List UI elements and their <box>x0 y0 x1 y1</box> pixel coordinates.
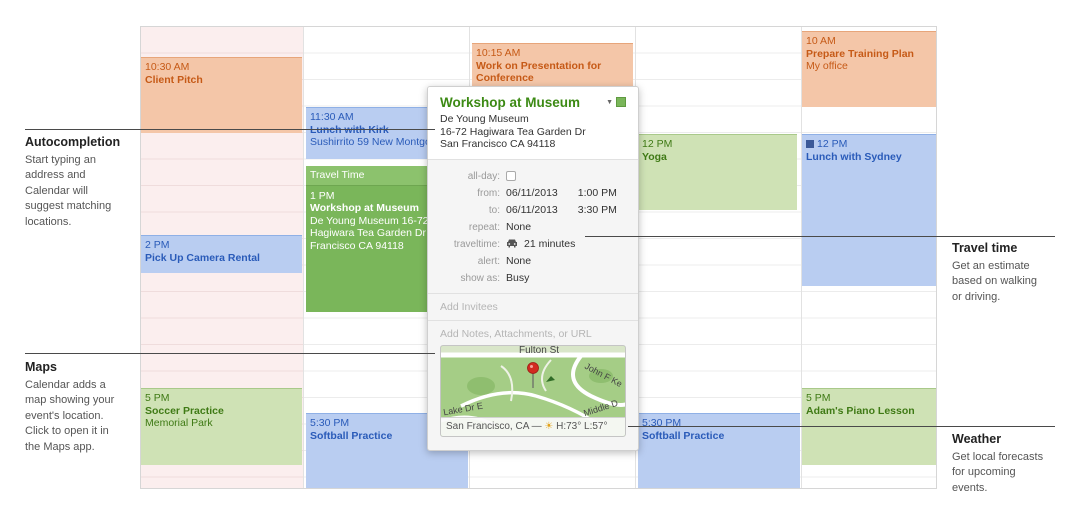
to-time[interactable]: 3:30 PM <box>578 204 617 216</box>
from-time[interactable]: 1:00 PM <box>578 187 617 199</box>
field-label: alert: <box>477 255 500 267</box>
callout-body: Get local forecasts <box>952 450 1044 463</box>
event-time: 5:30 PM <box>642 417 682 429</box>
field-label: traveltime: <box>453 238 500 250</box>
sun-icon: ☀ <box>544 421 554 432</box>
field-label: repeat: <box>468 221 500 233</box>
event-title: Work on Presentation for <box>476 59 602 72</box>
field-traveltime: traveltime: 21 minutes <box>440 236 626 253</box>
callout-body: address and <box>25 169 86 181</box>
event-lunch-with-sydney[interactable]: 12 PM Lunch with Sydney <box>802 134 936 286</box>
location-map[interactable]: Fulton St John F Ke Middle D Lake Dr E S… <box>440 345 626 437</box>
popover-address-1[interactable]: 16-72 Hagiwara Tea Garden Dr <box>440 126 626 139</box>
weather-temperature: H:73° L:57° <box>556 421 608 432</box>
facebook-icon <box>806 140 814 148</box>
popover-event-title[interactable]: Workshop at Museum <box>440 95 626 110</box>
callout-body: events. <box>952 481 988 494</box>
callout-line-weather <box>628 426 1055 427</box>
callout-body: Calendar will <box>25 184 88 197</box>
weather-location: San Francisco, CA — <box>446 421 542 432</box>
event-time: 10 AM <box>806 35 836 47</box>
event-time: 2 PM <box>145 239 170 251</box>
event-pick-up-camera[interactable]: 2 PM Pick Up Camera Rental <box>141 235 302 273</box>
calendar-color-swatch[interactable] <box>616 97 626 107</box>
callout-body: event's location. <box>25 409 104 422</box>
from-date[interactable]: 06/11/2013 <box>506 187 558 199</box>
callout-line-travel-time <box>585 236 1055 237</box>
callout-heading: Weather <box>952 432 1002 446</box>
callout-body: Get an estimate <box>952 259 1030 272</box>
event-time: 5 PM <box>145 392 170 404</box>
callout-body: or driving. <box>952 290 1001 303</box>
callout-body: the Maps app. <box>25 440 95 453</box>
callout-line-autocompletion <box>25 129 435 130</box>
traveltime-value[interactable]: 21 minutes <box>524 238 575 250</box>
event-title: Softball Practice <box>642 429 725 442</box>
callout-body: suggest matching <box>25 200 112 212</box>
event-location: Memorial Park <box>145 417 213 429</box>
event-time: 10:30 AM <box>145 61 190 73</box>
event-title: Yoga <box>642 150 667 163</box>
event-softball-practice-2[interactable]: 5:30 PM Softball Practice <box>638 413 800 488</box>
event-time: 5 PM <box>806 392 831 404</box>
event-soccer-practice[interactable]: 5 PM Soccer Practice Memorial Park <box>141 388 302 465</box>
alert-value[interactable]: None <box>506 255 531 267</box>
field-alert: alert: None <box>440 253 626 270</box>
event-title: Soccer Practice <box>145 404 224 417</box>
callout-line-maps <box>25 353 435 354</box>
callout-maps: Maps Calendar adds a map showing your ev… <box>25 360 135 455</box>
callout-autocompletion: Autocompletion Start typing an address a… <box>25 135 135 230</box>
event-time: 12 PM <box>642 138 673 150</box>
callout-body: based on walking <box>952 275 1038 287</box>
event-title: Prepare Training Plan <box>806 47 914 60</box>
callout-heading: Maps <box>25 360 57 374</box>
callout-heading: Autocompletion <box>25 135 121 149</box>
field-from: from: 06/11/2013 1:00 PM <box>440 185 626 202</box>
field-label: to: <box>488 204 500 216</box>
callout-body: Calendar adds a <box>25 378 106 391</box>
event-title: Adam's Piano Lesson <box>806 404 915 417</box>
event-time-row: 12 PM <box>806 138 934 151</box>
calendar-dropdown-icon[interactable]: ▼ <box>606 99 613 106</box>
field-label: from: <box>477 187 500 199</box>
popover-fields: all-day: from: 06/11/2013 1:00 PM to: 06… <box>428 160 638 293</box>
event-time: 10:15 AM <box>476 47 521 59</box>
weather-bar: San Francisco, CA — ☀ H:73° L:57° <box>441 417 625 436</box>
field-show-as: show as: Busy <box>440 270 626 287</box>
field-all-day: all-day: <box>440 168 626 185</box>
event-title: Client Pitch <box>145 73 203 86</box>
field-repeat: repeat: None <box>440 219 626 236</box>
callout-body: for upcoming <box>952 466 1016 478</box>
map-street-label: Fulton St <box>519 345 560 356</box>
callout-body: Click to open it in <box>25 425 109 437</box>
field-to: to: 06/11/2013 3:30 PM <box>440 202 626 219</box>
to-date[interactable]: 06/11/2013 <box>506 204 558 216</box>
field-label: all-day: <box>467 170 500 182</box>
callout-travel-time: Travel time Get an estimate based on wal… <box>952 241 1067 305</box>
callout-body: locations. <box>25 215 72 228</box>
all-day-checkbox[interactable] <box>506 171 516 181</box>
event-client-pitch[interactable]: 10:30 AM Client Pitch <box>141 57 302 133</box>
event-title: Lunch with Sydney <box>806 150 902 163</box>
add-notes-field[interactable]: Add Notes, Attachments, or URL <box>428 319 638 348</box>
car-icon <box>506 238 518 251</box>
event-time: 12 PM <box>817 138 848 150</box>
event-title-line-2: Conference <box>476 72 534 84</box>
popover-address-2[interactable]: San Francisco CA 94118 <box>440 138 626 151</box>
repeat-value[interactable]: None <box>506 221 531 233</box>
event-yoga[interactable]: 12 PM Yoga <box>638 134 797 210</box>
event-location: My office <box>806 60 848 72</box>
callout-body: map showing your <box>25 394 115 406</box>
callout-heading: Travel time <box>952 241 1018 255</box>
popover-location-name[interactable]: De Young Museum <box>440 113 626 126</box>
event-prepare-training-plan[interactable]: 10 AM Prepare Training Plan My office <box>802 31 936 107</box>
event-title: Pick Up Camera Rental <box>145 251 260 264</box>
field-label: show as: <box>460 272 500 284</box>
callout-body: Start typing an <box>25 153 96 166</box>
popover-header: Workshop at Museum ▼ De Young Museum 16-… <box>428 87 638 160</box>
callout-weather: Weather Get local forecasts for upcoming… <box>952 432 1067 496</box>
add-invitees-field[interactable]: Add Invitees <box>428 292 638 320</box>
show-as-value[interactable]: Busy <box>506 272 529 284</box>
event-detail-popover[interactable]: Workshop at Museum ▼ De Young Museum 16-… <box>427 86 639 451</box>
